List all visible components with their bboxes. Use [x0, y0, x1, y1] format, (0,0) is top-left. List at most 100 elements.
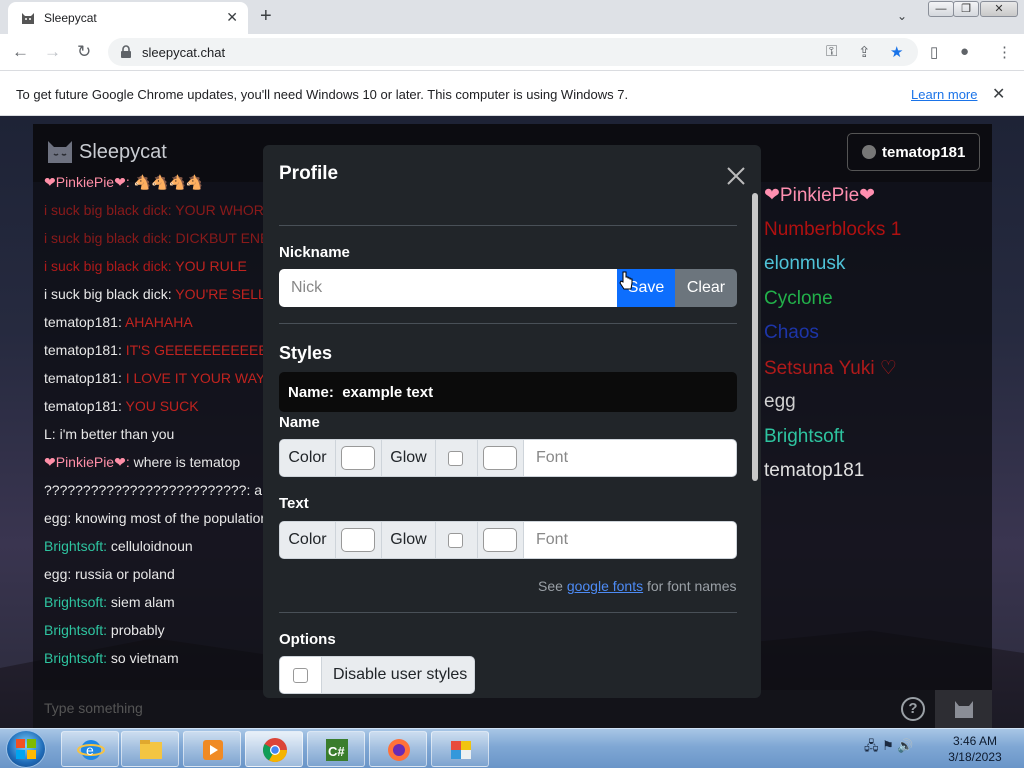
- text-font-input[interactable]: Font: [536, 531, 568, 549]
- message-text: AHAHAHA: [124, 314, 193, 330]
- preview-text: Name: example text: [288, 384, 433, 401]
- text-style-label: Text: [279, 495, 309, 512]
- taskbar-chrome[interactable]: [245, 731, 303, 767]
- user-account-button[interactable]: tematop181: [847, 133, 980, 171]
- message-nick[interactable]: Brightsoft: [44, 538, 103, 554]
- user-list-item[interactable]: ❤PinkiePie❤: [764, 184, 875, 207]
- address-bar[interactable]: sleepycat.chat: [108, 38, 918, 66]
- message-nick[interactable]: i suck big black dick: [44, 202, 168, 218]
- name-glow-checkbox[interactable]: [448, 451, 463, 466]
- learn-more-link[interactable]: Learn more: [911, 87, 977, 102]
- start-button[interactable]: [6, 730, 46, 768]
- profile-cat-button[interactable]: [935, 690, 992, 728]
- text-glow-color-picker[interactable]: [483, 528, 517, 552]
- message-nick[interactable]: ❤PinkiePie❤: [44, 454, 126, 470]
- message-nick[interactable]: egg: [44, 510, 67, 526]
- new-tab-icon[interactable]: +: [260, 5, 272, 28]
- message-text: where is tematop: [133, 454, 241, 470]
- message-text: probably: [110, 622, 165, 638]
- side-panel-icon[interactable]: ▯: [930, 43, 938, 61]
- cat-icon: [955, 701, 973, 718]
- message-text: IT'S GEEEEEEEEEEEEEEEE YAY: [125, 342, 274, 358]
- user-account-label: tematop181: [882, 144, 966, 161]
- share-icon[interactable]: ⇪: [858, 43, 871, 61]
- message-nick[interactable]: egg: [44, 566, 67, 582]
- back-arrow-icon[interactable]: ←: [12, 42, 29, 62]
- reload-icon[interactable]: ↻: [77, 42, 91, 62]
- message-text: YOU SUCK: [125, 398, 199, 414]
- user-list-item[interactable]: Numberblocks 1: [764, 219, 901, 241]
- message-nick[interactable]: Brightsoft: [44, 650, 103, 666]
- user-list-item[interactable]: Cyclone: [764, 288, 833, 310]
- message-nick[interactable]: L: [44, 426, 52, 442]
- message-nick[interactable]: i suck big black dick: [44, 286, 168, 302]
- taskbar-firefox[interactable]: [369, 731, 427, 767]
- clear-button[interactable]: Clear: [675, 269, 737, 307]
- google-fonts-link[interactable]: google fonts: [567, 578, 643, 594]
- window-close-button[interactable]: ✕: [980, 1, 1018, 17]
- name-font-input[interactable]: Font: [536, 449, 568, 467]
- user-list-item[interactable]: Brightsoft: [764, 426, 844, 448]
- message-nick[interactable]: tematop181: [44, 370, 118, 386]
- modal-scrollbar[interactable]: [752, 193, 758, 481]
- bookmark-star-icon[interactable]: ★: [890, 43, 903, 61]
- clock-date: 3/18/2023: [948, 750, 1002, 764]
- firefox-icon: [388, 739, 410, 761]
- restore-button[interactable]: ❐: [953, 1, 979, 17]
- forward-arrow-icon[interactable]: →: [44, 42, 61, 62]
- hint-prefix: See: [538, 578, 567, 594]
- name-glow-color-cell: [478, 440, 524, 476]
- message-nick[interactable]: Brightsoft: [44, 622, 103, 638]
- svg-text:e: e: [86, 742, 94, 758]
- disable-user-styles-option: Disable user styles: [279, 656, 475, 694]
- user-list-item[interactable]: elonmusk: [764, 253, 845, 275]
- browser-tab[interactable]: Sleepycat ✕: [8, 2, 248, 34]
- browser-toolbar: ← → ↻ sleepycat.chat ⚿ ⇪ ★ ▯ ● ⋮: [0, 34, 1024, 70]
- disable-styles-label: Disable user styles: [333, 666, 468, 683]
- action-center-flag-icon[interactable]: ⚑: [882, 738, 894, 753]
- disable-styles-checkbox[interactable]: [293, 668, 308, 683]
- message-nick[interactable]: ❤PinkiePie❤: [44, 174, 126, 190]
- name-glow-color-picker[interactable]: [483, 446, 517, 470]
- svg-text:C#: C#: [328, 744, 345, 759]
- text-glow-color-cell: [478, 522, 524, 558]
- message-nick[interactable]: Brightsoft: [44, 594, 103, 610]
- menu-kebab-icon[interactable]: ⋮: [997, 43, 1012, 61]
- message-nick[interactable]: tematop181: [44, 314, 118, 330]
- user-list-item[interactable]: egg: [764, 391, 796, 413]
- taskbar-control-panel[interactable]: [431, 731, 489, 767]
- profile-avatar-icon[interactable]: ●: [960, 43, 969, 60]
- taskbar-internet-explorer[interactable]: e: [61, 731, 119, 767]
- modal-close-icon[interactable]: [725, 165, 747, 187]
- text-glow-checkbox[interactable]: [448, 533, 463, 548]
- user-list-item[interactable]: Chaos: [764, 322, 819, 344]
- chat-message: Brightsoft: probably: [44, 622, 165, 644]
- chat-message: egg: knowing most of the population: [44, 510, 268, 532]
- taskbar-clock[interactable]: 3:46 AM 3/18/2023: [940, 733, 1010, 765]
- message-nick[interactable]: tematop181: [44, 398, 118, 414]
- message-nick[interactable]: i suck big black dick: [44, 258, 168, 274]
- nickname-input[interactable]: [279, 269, 619, 307]
- message-text: russia or poland: [75, 566, 175, 582]
- name-color-picker[interactable]: [341, 446, 375, 470]
- user-list-item[interactable]: tematop181: [764, 460, 864, 482]
- help-icon[interactable]: ?: [901, 697, 925, 721]
- taskbar-media-player[interactable]: [183, 731, 241, 767]
- taskbar-file-explorer[interactable]: [121, 731, 179, 767]
- network-icon[interactable]: 🖧: [864, 738, 879, 753]
- message-nick[interactable]: ??????????????????????????: [44, 482, 246, 498]
- infobar-close-icon[interactable]: ✕: [992, 84, 1005, 104]
- taskbar-csharp-editor[interactable]: C#: [307, 731, 365, 767]
- text-color-picker[interactable]: [341, 528, 375, 552]
- message-nick[interactable]: i suck big black dick: [44, 230, 168, 246]
- minimize-button[interactable]: —: [928, 1, 954, 17]
- divider: [279, 612, 737, 613]
- preview-message: example text: [342, 384, 434, 401]
- name-glow-checkbox-cell: [436, 440, 478, 476]
- user-list-item[interactable]: Setsuna Yuki ♡: [764, 357, 897, 380]
- message-nick[interactable]: tematop181: [44, 342, 118, 358]
- key-icon[interactable]: ⚿: [826, 43, 837, 60]
- volume-icon[interactable]: 🔊: [897, 738, 913, 753]
- tab-close-icon[interactable]: ✕: [226, 9, 238, 26]
- tab-search-chevron-icon[interactable]: ⌄: [897, 9, 907, 23]
